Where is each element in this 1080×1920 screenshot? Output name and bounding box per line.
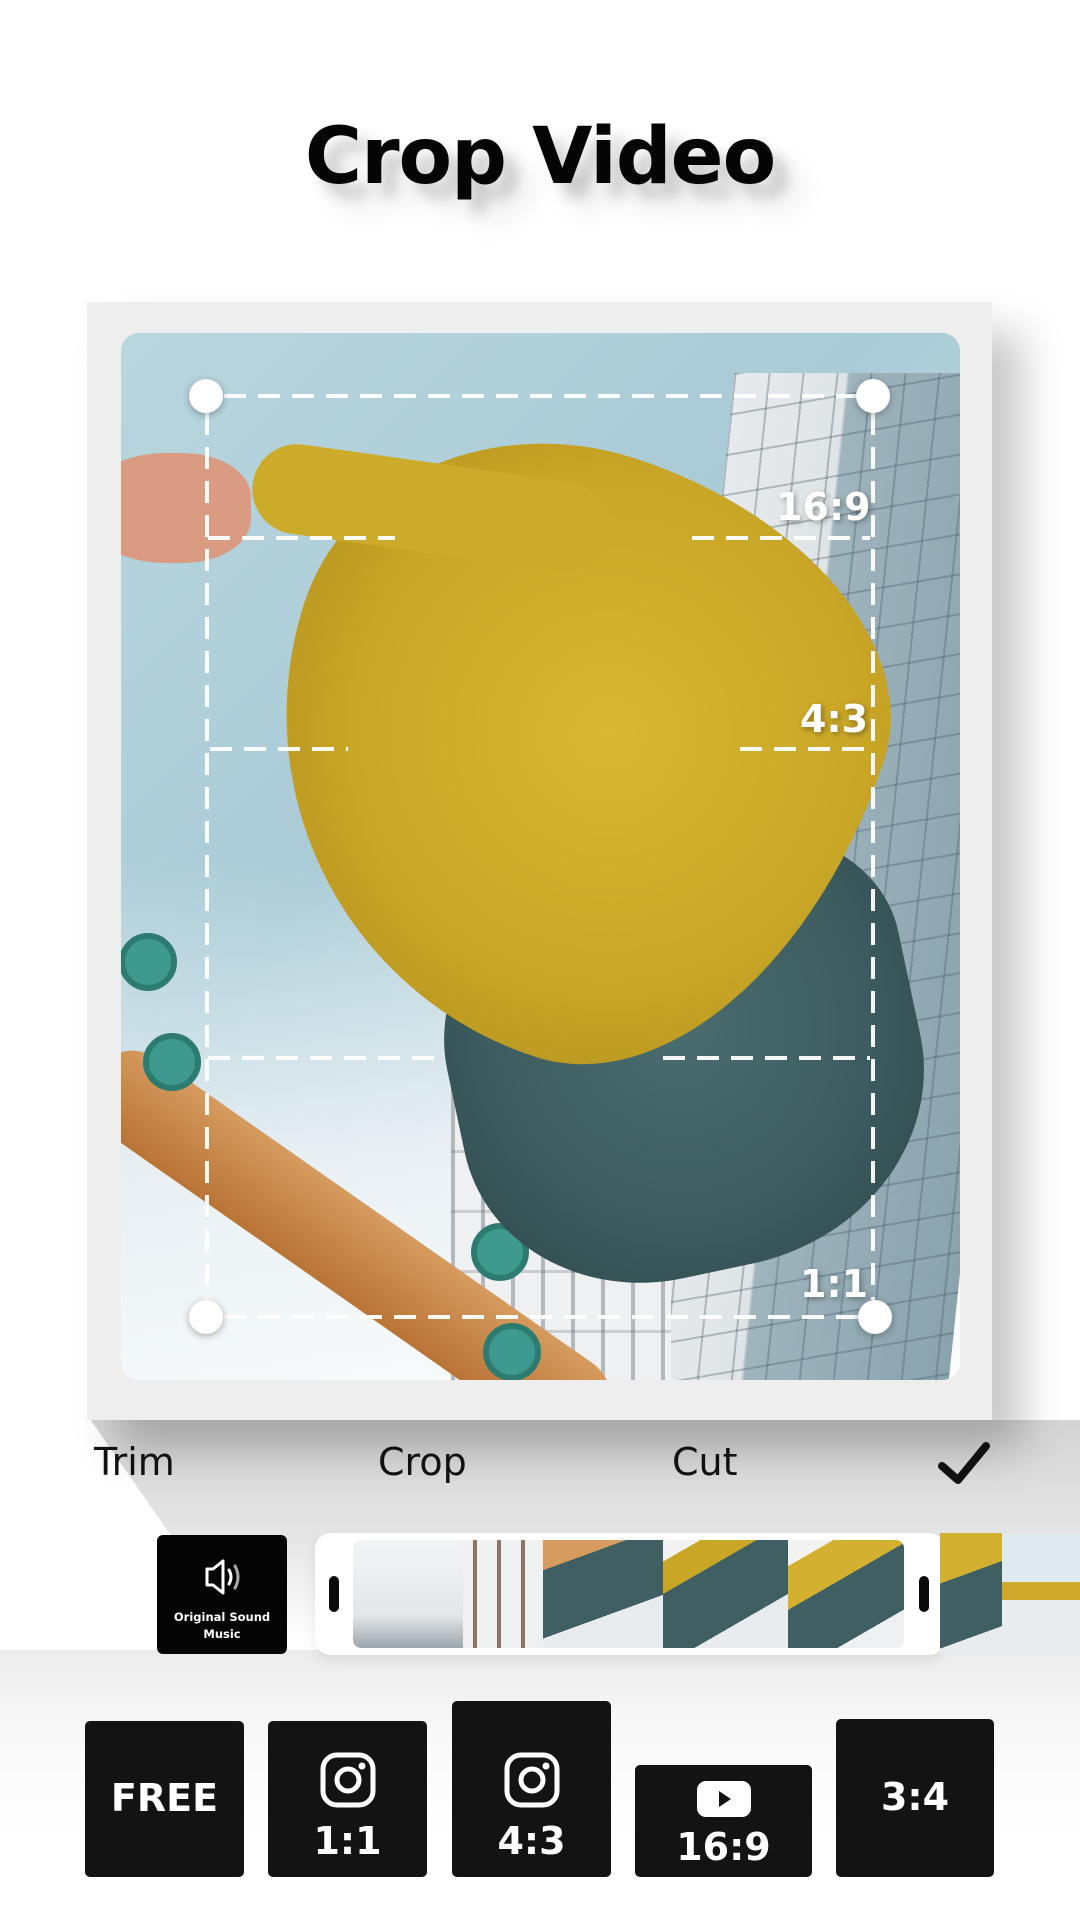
timeline-thumbnail [940, 1533, 1002, 1655]
checkmark-icon[interactable] [936, 1436, 992, 1492]
photo-wheel [483, 1323, 541, 1380]
ratio-button-label: 1:1 [313, 1819, 382, 1863]
ratio-button-4-3[interactable]: 4:3 [452, 1701, 611, 1877]
ratio-button-16-9[interactable]: 16:9 [635, 1765, 812, 1877]
guide-label-16-9: 16:9 [776, 485, 871, 529]
sound-label: Original Sound Music [157, 1609, 287, 1643]
timeline-thumbnail [463, 1540, 543, 1648]
ratio-button-label: 4:3 [497, 1819, 566, 1863]
ratio-button-label: FREE [110, 1776, 219, 1820]
ratio-button-label: 3:4 [880, 1775, 950, 1819]
sound-label-line2: Music [203, 1627, 241, 1641]
timeline-frames [353, 1540, 904, 1648]
tab-trim[interactable]: Trim [94, 1440, 175, 1484]
ratio-button-label: 16:9 [676, 1825, 771, 1869]
trim-handle-left[interactable] [329, 1576, 339, 1612]
original-sound-button[interactable]: Original Sound Music [157, 1535, 287, 1654]
timeline-thumbnail [663, 1540, 788, 1648]
instagram-icon [320, 1752, 376, 1808]
guide-label-1-1: 1:1 [800, 1262, 869, 1306]
photo-wheel [121, 933, 177, 991]
timeline-overflow [940, 1533, 1080, 1655]
sound-label-line1: Original Sound [173, 1610, 271, 1624]
tab-crop[interactable]: Crop [378, 1440, 467, 1484]
timeline-thumbnail [353, 1540, 463, 1648]
speaker-icon [205, 1559, 240, 1595]
crop-handle-top-right[interactable] [856, 379, 890, 413]
crop-handle-bottom-left[interactable] [189, 1300, 223, 1334]
ratio-button-1-1[interactable]: 1:1 [268, 1721, 427, 1877]
timeline-thumbnail [1002, 1533, 1080, 1655]
photo-wheel [143, 1033, 201, 1091]
photo-hand [121, 453, 251, 563]
page-title: Crop Video [304, 112, 776, 202]
timeline-thumbnail [788, 1540, 904, 1648]
instagram-icon [504, 1752, 560, 1808]
youtube-icon [697, 1781, 751, 1817]
ratio-button-3-4[interactable]: 3:4 [836, 1719, 994, 1877]
tab-cut[interactable]: Cut [672, 1440, 738, 1484]
timeline-thumbnail [543, 1540, 663, 1648]
guide-label-4-3: 4:3 [800, 697, 869, 741]
ratio-button-free[interactable]: FREE [85, 1721, 244, 1877]
edit-mode-tabs: Trim Crop Cut [0, 1440, 1080, 1500]
trim-handle-right[interactable] [919, 1576, 929, 1612]
crop-handle-top-left[interactable] [189, 379, 223, 413]
